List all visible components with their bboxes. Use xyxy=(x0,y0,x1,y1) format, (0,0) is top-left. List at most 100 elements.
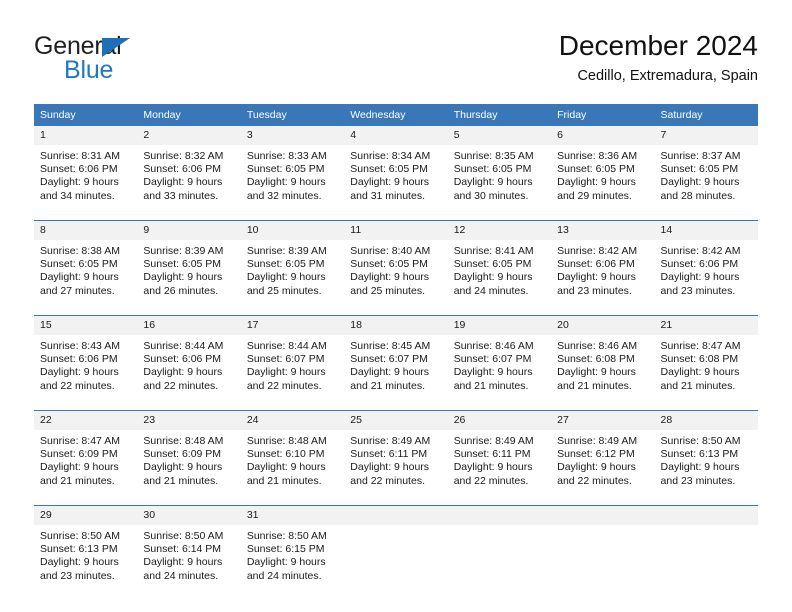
calendar-day-cell[interactable]: 6 Sunrise: 8:36 AM Sunset: 6:05 PM Daylight… xyxy=(551,126,655,212)
daylight-duration-line2: and 29 minutes. xyxy=(557,189,632,202)
day-details: Sunrise: 8:41 AM Sunset: 6:05 PM Daylight:… xyxy=(448,240,551,298)
calendar-day-cell[interactable]: 13 Sunrise: 8:42 AM Sunset: 6:06 PM Dayligh… xyxy=(551,220,655,307)
calendar-day-cell[interactable]: 27 Sunrise: 8:49 AM Sunset: 6:12 PM Dayligh… xyxy=(551,410,655,497)
sunset-time: Sunset: 6:08 PM xyxy=(660,353,739,366)
daylight-duration-line2: and 23 minutes. xyxy=(40,569,115,582)
calendar-day-cell[interactable]: 1 Sunrise: 8:31 AM Sunset: 6:06 PM Daylight… xyxy=(34,126,138,212)
daylight-duration-line1: Daylight: 9 hours xyxy=(143,461,223,474)
sunrise-time: Sunrise: 8:41 AM xyxy=(453,245,534,257)
sunrise-time: Sunrise: 8:40 AM xyxy=(350,245,431,257)
week-spacer-row xyxy=(34,212,758,221)
sunrise-time: Sunrise: 8:44 AM xyxy=(143,340,224,352)
calendar-day-cell[interactable]: 30 Sunrise: 8:50 AM Sunset: 6:14 PM Dayligh… xyxy=(137,505,241,592)
daylight-duration-line1: Daylight: 9 hours xyxy=(40,271,119,284)
daylight-duration-line2: and 23 minutes. xyxy=(557,284,632,297)
calendar-day-cell[interactable]: 2 Sunrise: 8:32 AM Sunset: 6:06 PM Daylight… xyxy=(137,126,241,212)
calendar-day-cell[interactable]: 8 Sunrise: 8:38 AM Sunset: 6:05 PM Daylight… xyxy=(34,220,138,307)
calendar-day-cell[interactable]: 15 Sunrise: 8:43 AM Sunset: 6:06 PM Dayligh… xyxy=(34,315,138,402)
daylight-duration-line2: and 25 minutes. xyxy=(350,284,425,297)
daylight-duration-line1: Daylight: 9 hours xyxy=(143,176,223,189)
sunrise-time: Sunrise: 8:50 AM xyxy=(40,530,120,542)
sunrise-time: Sunrise: 8:50 AM xyxy=(143,530,224,542)
day-number: 11 xyxy=(344,221,448,240)
day-cell-inner: 12 Sunrise: 8:41 AM Sunset: 6:05 PM Dayligh… xyxy=(447,221,552,307)
brand-logo[interactable]: General Blue xyxy=(34,34,254,92)
day-number xyxy=(654,506,758,525)
day-number: 30 xyxy=(137,506,241,525)
sunset-time: Sunset: 6:05 PM xyxy=(453,258,532,271)
sunrise-time: Sunrise: 8:49 AM xyxy=(453,435,534,447)
daylight-duration-line1: Daylight: 9 hours xyxy=(350,366,430,379)
calendar-day-cell[interactable]: 5 Sunrise: 8:35 AM Sunset: 6:05 PM Daylight… xyxy=(447,126,552,212)
calendar-day-cell[interactable]: 26 Sunrise: 8:49 AM Sunset: 6:11 PM Dayligh… xyxy=(447,410,552,497)
calendar-day-cell[interactable]: 31 Sunrise: 8:50 AM Sunset: 6:15 PM Dayligh… xyxy=(240,505,345,592)
calendar-day-cell[interactable]: 18 Sunrise: 8:45 AM Sunset: 6:07 PM Dayligh… xyxy=(344,315,448,402)
calendar-day-cell[interactable]: 29 Sunrise: 8:50 AM Sunset: 6:13 PM Dayligh… xyxy=(34,505,138,592)
sunset-time: Sunset: 6:06 PM xyxy=(143,353,222,366)
weekday-header-tuesday: Tuesday xyxy=(240,104,345,126)
sunrise-time: Sunrise: 8:47 AM xyxy=(660,340,741,352)
calendar-day-cell[interactable]: 20 Sunrise: 8:46 AM Sunset: 6:08 PM Dayligh… xyxy=(551,315,655,402)
calendar-day-cell[interactable]: 24 Sunrise: 8:48 AM Sunset: 6:10 PM Dayligh… xyxy=(240,410,345,497)
calendar-day-cell[interactable]: 16 Sunrise: 8:44 AM Sunset: 6:06 PM Dayligh… xyxy=(137,315,241,402)
daylight-duration-line2: and 21 minutes. xyxy=(557,379,632,392)
sunset-time: Sunset: 6:15 PM xyxy=(246,543,325,556)
calendar-day-cell[interactable]: 22 Sunrise: 8:47 AM Sunset: 6:09 PM Dayligh… xyxy=(34,410,138,497)
calendar-day-cell[interactable]: 14 Sunrise: 8:42 AM Sunset: 6:06 PM Dayligh… xyxy=(654,220,758,307)
day-number: 10 xyxy=(240,221,345,240)
sunset-time: Sunset: 6:05 PM xyxy=(350,163,428,176)
calendar-day-cell-empty xyxy=(551,505,655,592)
day-number: 24 xyxy=(240,411,345,430)
calendar-day-cell[interactable]: 3 Sunrise: 8:33 AM Sunset: 6:05 PM Daylight… xyxy=(240,126,345,212)
calendar-week-row: 15 Sunrise: 8:43 AM Sunset: 6:06 PM Dayligh… xyxy=(34,315,758,402)
weekday-header-saturday: Saturday xyxy=(654,104,758,126)
day-cell-inner: 17 Sunrise: 8:44 AM Sunset: 6:07 PM Dayligh… xyxy=(240,316,345,402)
calendar-day-cell[interactable]: 9 Sunrise: 8:39 AM Sunset: 6:05 PM Daylight… xyxy=(137,220,241,307)
day-number: 16 xyxy=(137,316,241,335)
calendar-day-cell[interactable]: 12 Sunrise: 8:41 AM Sunset: 6:05 PM Dayligh… xyxy=(447,220,552,307)
daylight-duration-line2: and 22 minutes. xyxy=(350,474,425,487)
day-number: 17 xyxy=(240,316,345,335)
daylight-duration-line1: Daylight: 9 hours xyxy=(557,176,636,189)
sunrise-time: Sunrise: 8:50 AM xyxy=(246,530,327,542)
day-cell-inner: 29 Sunrise: 8:50 AM Sunset: 6:13 PM Dayligh… xyxy=(34,506,138,592)
page-subtitle: Cedillo, Extremadura, Spain xyxy=(577,68,758,85)
day-cell-inner: 6 Sunrise: 8:36 AM Sunset: 6:05 PM Daylight… xyxy=(551,126,655,212)
calendar-day-cell[interactable]: 25 Sunrise: 8:49 AM Sunset: 6:11 PM Dayligh… xyxy=(344,410,448,497)
calendar-day-cell[interactable]: 4 Sunrise: 8:34 AM Sunset: 6:05 PM Daylight… xyxy=(344,126,448,212)
sunrise-time: Sunrise: 8:34 AM xyxy=(350,150,431,162)
calendar-day-cell[interactable]: 10 Sunrise: 8:39 AM Sunset: 6:05 PM Dayligh… xyxy=(240,220,345,307)
calendar-day-cell[interactable]: 19 Sunrise: 8:46 AM Sunset: 6:07 PM Dayligh… xyxy=(447,315,552,402)
calendar-day-cell[interactable]: 17 Sunrise: 8:44 AM Sunset: 6:07 PM Dayligh… xyxy=(240,315,345,402)
day-number: 4 xyxy=(344,126,448,145)
day-cell-inner: 19 Sunrise: 8:46 AM Sunset: 6:07 PM Dayligh… xyxy=(447,316,552,402)
brand-name-blue: Blue xyxy=(64,56,114,84)
day-details: Sunrise: 8:44 AM Sunset: 6:07 PM Daylight:… xyxy=(241,335,344,393)
day-details: Sunrise: 8:49 AM Sunset: 6:11 PM Daylight:… xyxy=(344,430,447,488)
day-cell-inner: 10 Sunrise: 8:39 AM Sunset: 6:05 PM Dayligh… xyxy=(240,221,345,307)
week-spacer-row xyxy=(34,307,758,316)
daylight-duration-line1: Daylight: 9 hours xyxy=(40,556,119,569)
calendar-week-row: 22 Sunrise: 8:47 AM Sunset: 6:09 PM Dayligh… xyxy=(34,410,758,497)
day-cell-inner: 31 Sunrise: 8:50 AM Sunset: 6:15 PM Dayligh… xyxy=(240,506,345,592)
calendar-week-row: 29 Sunrise: 8:50 AM Sunset: 6:13 PM Dayligh… xyxy=(34,505,758,592)
calendar-day-cell[interactable]: 11 Sunrise: 8:40 AM Sunset: 6:05 PM Dayligh… xyxy=(344,220,448,307)
calendar-day-cell[interactable]: 7 Sunrise: 8:37 AM Sunset: 6:05 PM Daylight… xyxy=(654,126,758,212)
daylight-duration-line1: Daylight: 9 hours xyxy=(246,271,326,284)
calendar-day-cell[interactable]: 21 Sunrise: 8:47 AM Sunset: 6:08 PM Dayligh… xyxy=(654,315,758,402)
calendar-day-cell[interactable]: 28 Sunrise: 8:50 AM Sunset: 6:13 PM Dayligh… xyxy=(654,410,758,497)
day-cell-inner xyxy=(551,506,655,592)
calendar-day-cell[interactable]: 23 Sunrise: 8:48 AM Sunset: 6:09 PM Dayligh… xyxy=(137,410,241,497)
blue-triangle-icon xyxy=(102,38,130,57)
page-header: General Blue December 2024 Cedillo, Extr… xyxy=(34,30,758,92)
calendar-day-cell-empty xyxy=(344,505,448,592)
daylight-duration-line2: and 30 minutes. xyxy=(453,189,529,202)
day-cell-inner: 3 Sunrise: 8:33 AM Sunset: 6:05 PM Daylight… xyxy=(240,126,345,212)
calendar-body: 1 Sunrise: 8:31 AM Sunset: 6:06 PM Daylight… xyxy=(34,126,758,592)
sunrise-time: Sunrise: 8:48 AM xyxy=(246,435,327,447)
daylight-duration-line2: and 23 minutes. xyxy=(660,474,736,487)
day-number: 9 xyxy=(137,221,241,240)
daylight-duration-line1: Daylight: 9 hours xyxy=(40,366,119,379)
daylight-duration-line2: and 27 minutes. xyxy=(40,284,115,297)
calendar-week-row: 8 Sunrise: 8:38 AM Sunset: 6:05 PM Daylight… xyxy=(34,220,758,307)
